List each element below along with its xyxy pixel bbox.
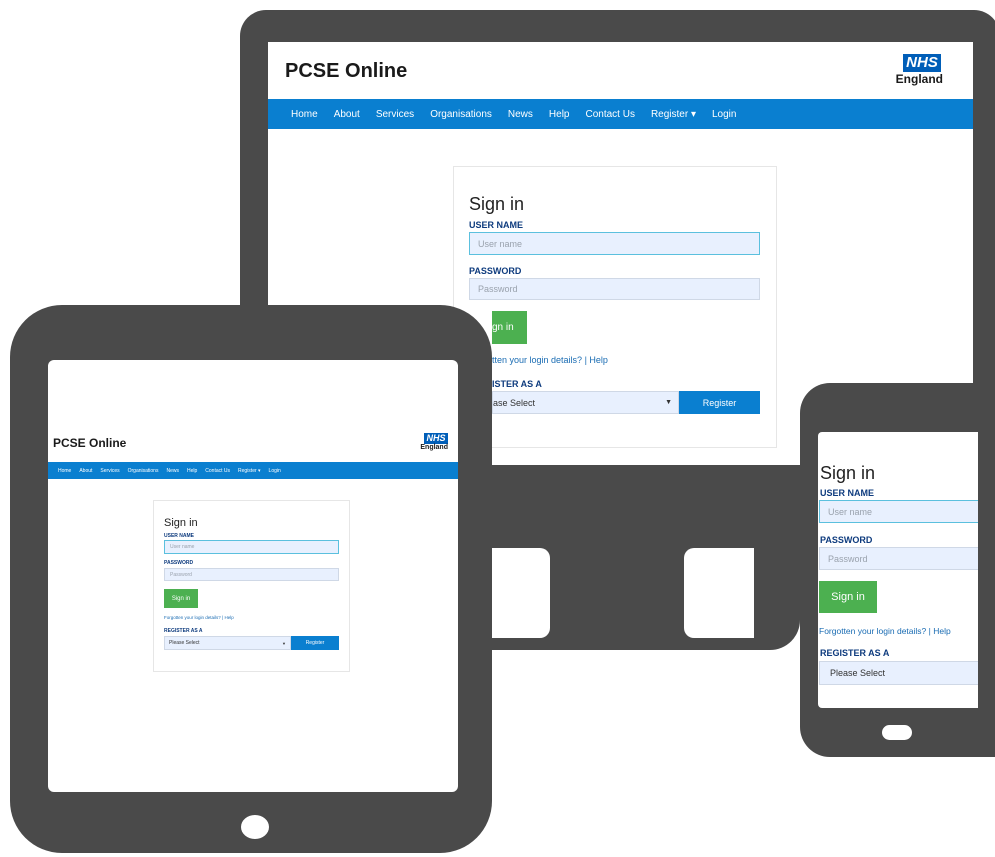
signin-button[interactable]: Sign in [164,589,198,608]
caret-down-icon: ▼ [282,640,286,646]
nav-about[interactable]: About [334,109,360,120]
nhs-badge: NHS [903,54,941,72]
username-label: USER NAME [164,533,195,539]
tablet-home-button[interactable] [241,815,269,839]
desktop-register-button[interactable]: Register [679,391,760,414]
nhs-region: England [420,444,448,451]
nav-contact-us[interactable]: Contact Us [585,109,634,120]
nav-home[interactable]: Home [58,468,71,474]
nhs-badge: NHS [424,433,448,444]
nav-login[interactable]: Login [712,109,736,120]
nhs-logo[interactable]: NHS England [873,54,945,86]
stand-cutout [684,548,754,638]
forgot-help-links: Forgotten your login details? | Help [819,626,951,636]
username-label: USER NAME [820,488,875,498]
phone-screen: Sign in USER NAME User name PASSWORD Pas… [818,432,978,708]
help-link[interactable]: Help [224,615,233,620]
register-label: REGISTER AS A [164,628,203,634]
site-title[interactable]: PCSE Online [285,60,407,83]
username-placeholder: User name [478,238,523,249]
main-nav: Home About Services Organisations News H… [268,99,973,129]
signin-heading: Sign in [164,517,198,529]
password-input[interactable]: Password [469,278,760,300]
register-label: REGISTER AS A [820,648,890,658]
site-title[interactable]: PCSE Online [53,436,126,450]
desktop-forgot-help-links: tten your login details? | Help [492,355,608,365]
desktop-forgot-login-link[interactable]: tten your login details? [492,355,582,365]
register-type-select[interactable]: Please Select ▼ [164,636,291,650]
nav-register-dropdown[interactable]: Register ▾ [651,109,696,120]
desktop-register-label: ISTER AS A [492,379,542,389]
register-select-value: Please Select [169,640,200,646]
password-placeholder: Password [828,553,868,564]
forgot-login-link[interactable]: Forgotten your login details? [819,626,926,636]
nav-news[interactable]: News [166,468,179,474]
username-input[interactable]: User name [164,540,339,554]
desktop-signin-button[interactable]: gn in [492,311,527,344]
password-input[interactable]: Password [819,547,978,570]
register-type-select[interactable]: Please Select [819,661,978,685]
nav-organisations[interactable]: Organisations [430,109,492,120]
password-label: PASSWORD [820,535,873,545]
desktop-help-link[interactable]: Help [589,355,608,365]
nav-login[interactable]: Login [269,468,281,474]
password-label: PASSWORD [164,560,194,566]
forgot-help-links: Forgotten your login details? | Help [164,615,234,620]
desktop-register-select[interactable]: ase Select ▼ [492,391,679,414]
signin-heading: Sign in [820,463,876,483]
password-placeholder: Password [170,571,192,578]
password-input[interactable]: Password [164,568,339,581]
username-label: USER NAME [469,220,524,230]
nav-services[interactable]: Services [376,109,414,120]
caret-down-icon: ▼ [665,399,672,406]
nav-organisations[interactable]: Organisations [128,468,159,474]
nhs-region: England [895,72,943,86]
main-nav: Home About Services Organisations News H… [48,462,458,479]
desktop-register-select-value: ase Select [493,397,536,408]
nhs-logo[interactable]: NHS England [408,433,450,451]
phone-home-button[interactable] [882,725,912,740]
register-button[interactable]: Register [291,636,339,650]
username-input[interactable]: User name [819,500,978,523]
password-placeholder: Password [478,284,518,294]
forgot-login-link[interactable]: Forgotten your login details? [164,615,221,620]
nav-services[interactable]: Services [100,468,119,474]
help-link[interactable]: Help [933,626,950,636]
password-label: PASSWORD [469,266,522,276]
nav-contact-us[interactable]: Contact Us [205,468,230,474]
nav-home[interactable]: Home [291,109,318,120]
username-placeholder: User name [828,506,873,517]
nav-help[interactable]: Help [187,468,197,474]
nav-about[interactable]: About [79,468,92,474]
nav-register-dropdown[interactable]: Register ▾ [238,468,261,474]
stand-cutout [492,548,550,638]
nav-help[interactable]: Help [549,109,570,120]
tablet-screen: PCSE Online NHS England Home About Servi… [48,360,458,792]
nav-news[interactable]: News [508,109,533,120]
register-select-value: Please Select [830,668,886,678]
signin-heading: Sign in [469,194,525,214]
username-input[interactable]: User name [469,232,760,255]
username-placeholder: User name [170,544,195,550]
signin-button[interactable]: Sign in [819,581,877,613]
